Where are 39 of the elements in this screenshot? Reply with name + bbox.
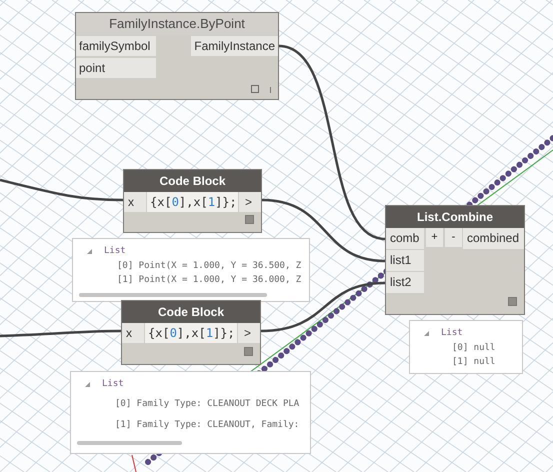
list-label: List bbox=[102, 378, 124, 391]
node-port[interactable]: x bbox=[122, 323, 144, 343]
code-text[interactable]: {x[0],x[1]}; bbox=[145, 323, 237, 343]
node-title: FamilyInstance.ByPoint bbox=[76, 13, 278, 35]
list-item: [1] null bbox=[452, 356, 496, 369]
node-grip-icon bbox=[244, 347, 253, 356]
node-port[interactable]: combined bbox=[463, 228, 524, 249]
port-button[interactable]: - bbox=[445, 228, 462, 247]
expand-triangle-icon[interactable] bbox=[424, 331, 429, 336]
list-item: [0] Point(X = 1.000, Y = 36.500, Z bbox=[117, 260, 302, 272]
list-item: [0] null bbox=[452, 342, 496, 354]
node-port[interactable]: point bbox=[76, 58, 156, 78]
node-title: Code Block bbox=[122, 301, 260, 323]
node-port[interactable]: list2 bbox=[386, 272, 424, 293]
port-button[interactable]: + bbox=[426, 228, 443, 247]
list-item: [1] Point(X = 1.000, Y = 36.000, Z bbox=[117, 274, 302, 287]
node-title: Code Block bbox=[124, 170, 261, 192]
node-port[interactable]: familySymbol bbox=[76, 36, 156, 56]
tick-icon bbox=[270, 87, 271, 93]
node-port[interactable]: x bbox=[124, 192, 146, 212]
list-label: List bbox=[104, 245, 126, 258]
checkbox-icon[interactable] bbox=[251, 85, 259, 93]
node-port[interactable]: comb bbox=[386, 228, 424, 249]
axis-line bbox=[132, 454, 136, 472]
expand-triangle-icon[interactable] bbox=[87, 249, 92, 254]
list-item: [0] Family Type: CLEANOUT DECK PLA bbox=[115, 398, 300, 410]
code-text[interactable]: {x[0],x[1]}; bbox=[147, 192, 238, 212]
scrollbar[interactable] bbox=[77, 440, 182, 444]
node-port[interactable]: FamilyInstance bbox=[191, 36, 278, 56]
node-port[interactable]: > bbox=[239, 192, 261, 212]
node-title: List.Combine bbox=[386, 206, 524, 228]
list-label: List bbox=[441, 327, 463, 340]
expand-triangle-icon[interactable] bbox=[85, 382, 90, 388]
node-port[interactable]: > bbox=[238, 323, 260, 343]
node-grip-icon bbox=[508, 297, 517, 306]
scrollbar[interactable] bbox=[79, 292, 267, 296]
node-grip-icon bbox=[245, 215, 254, 224]
node-port[interactable]: list1 bbox=[386, 250, 424, 271]
list-item: [1] Family Type: CLEANOUT, Family: bbox=[115, 419, 300, 432]
